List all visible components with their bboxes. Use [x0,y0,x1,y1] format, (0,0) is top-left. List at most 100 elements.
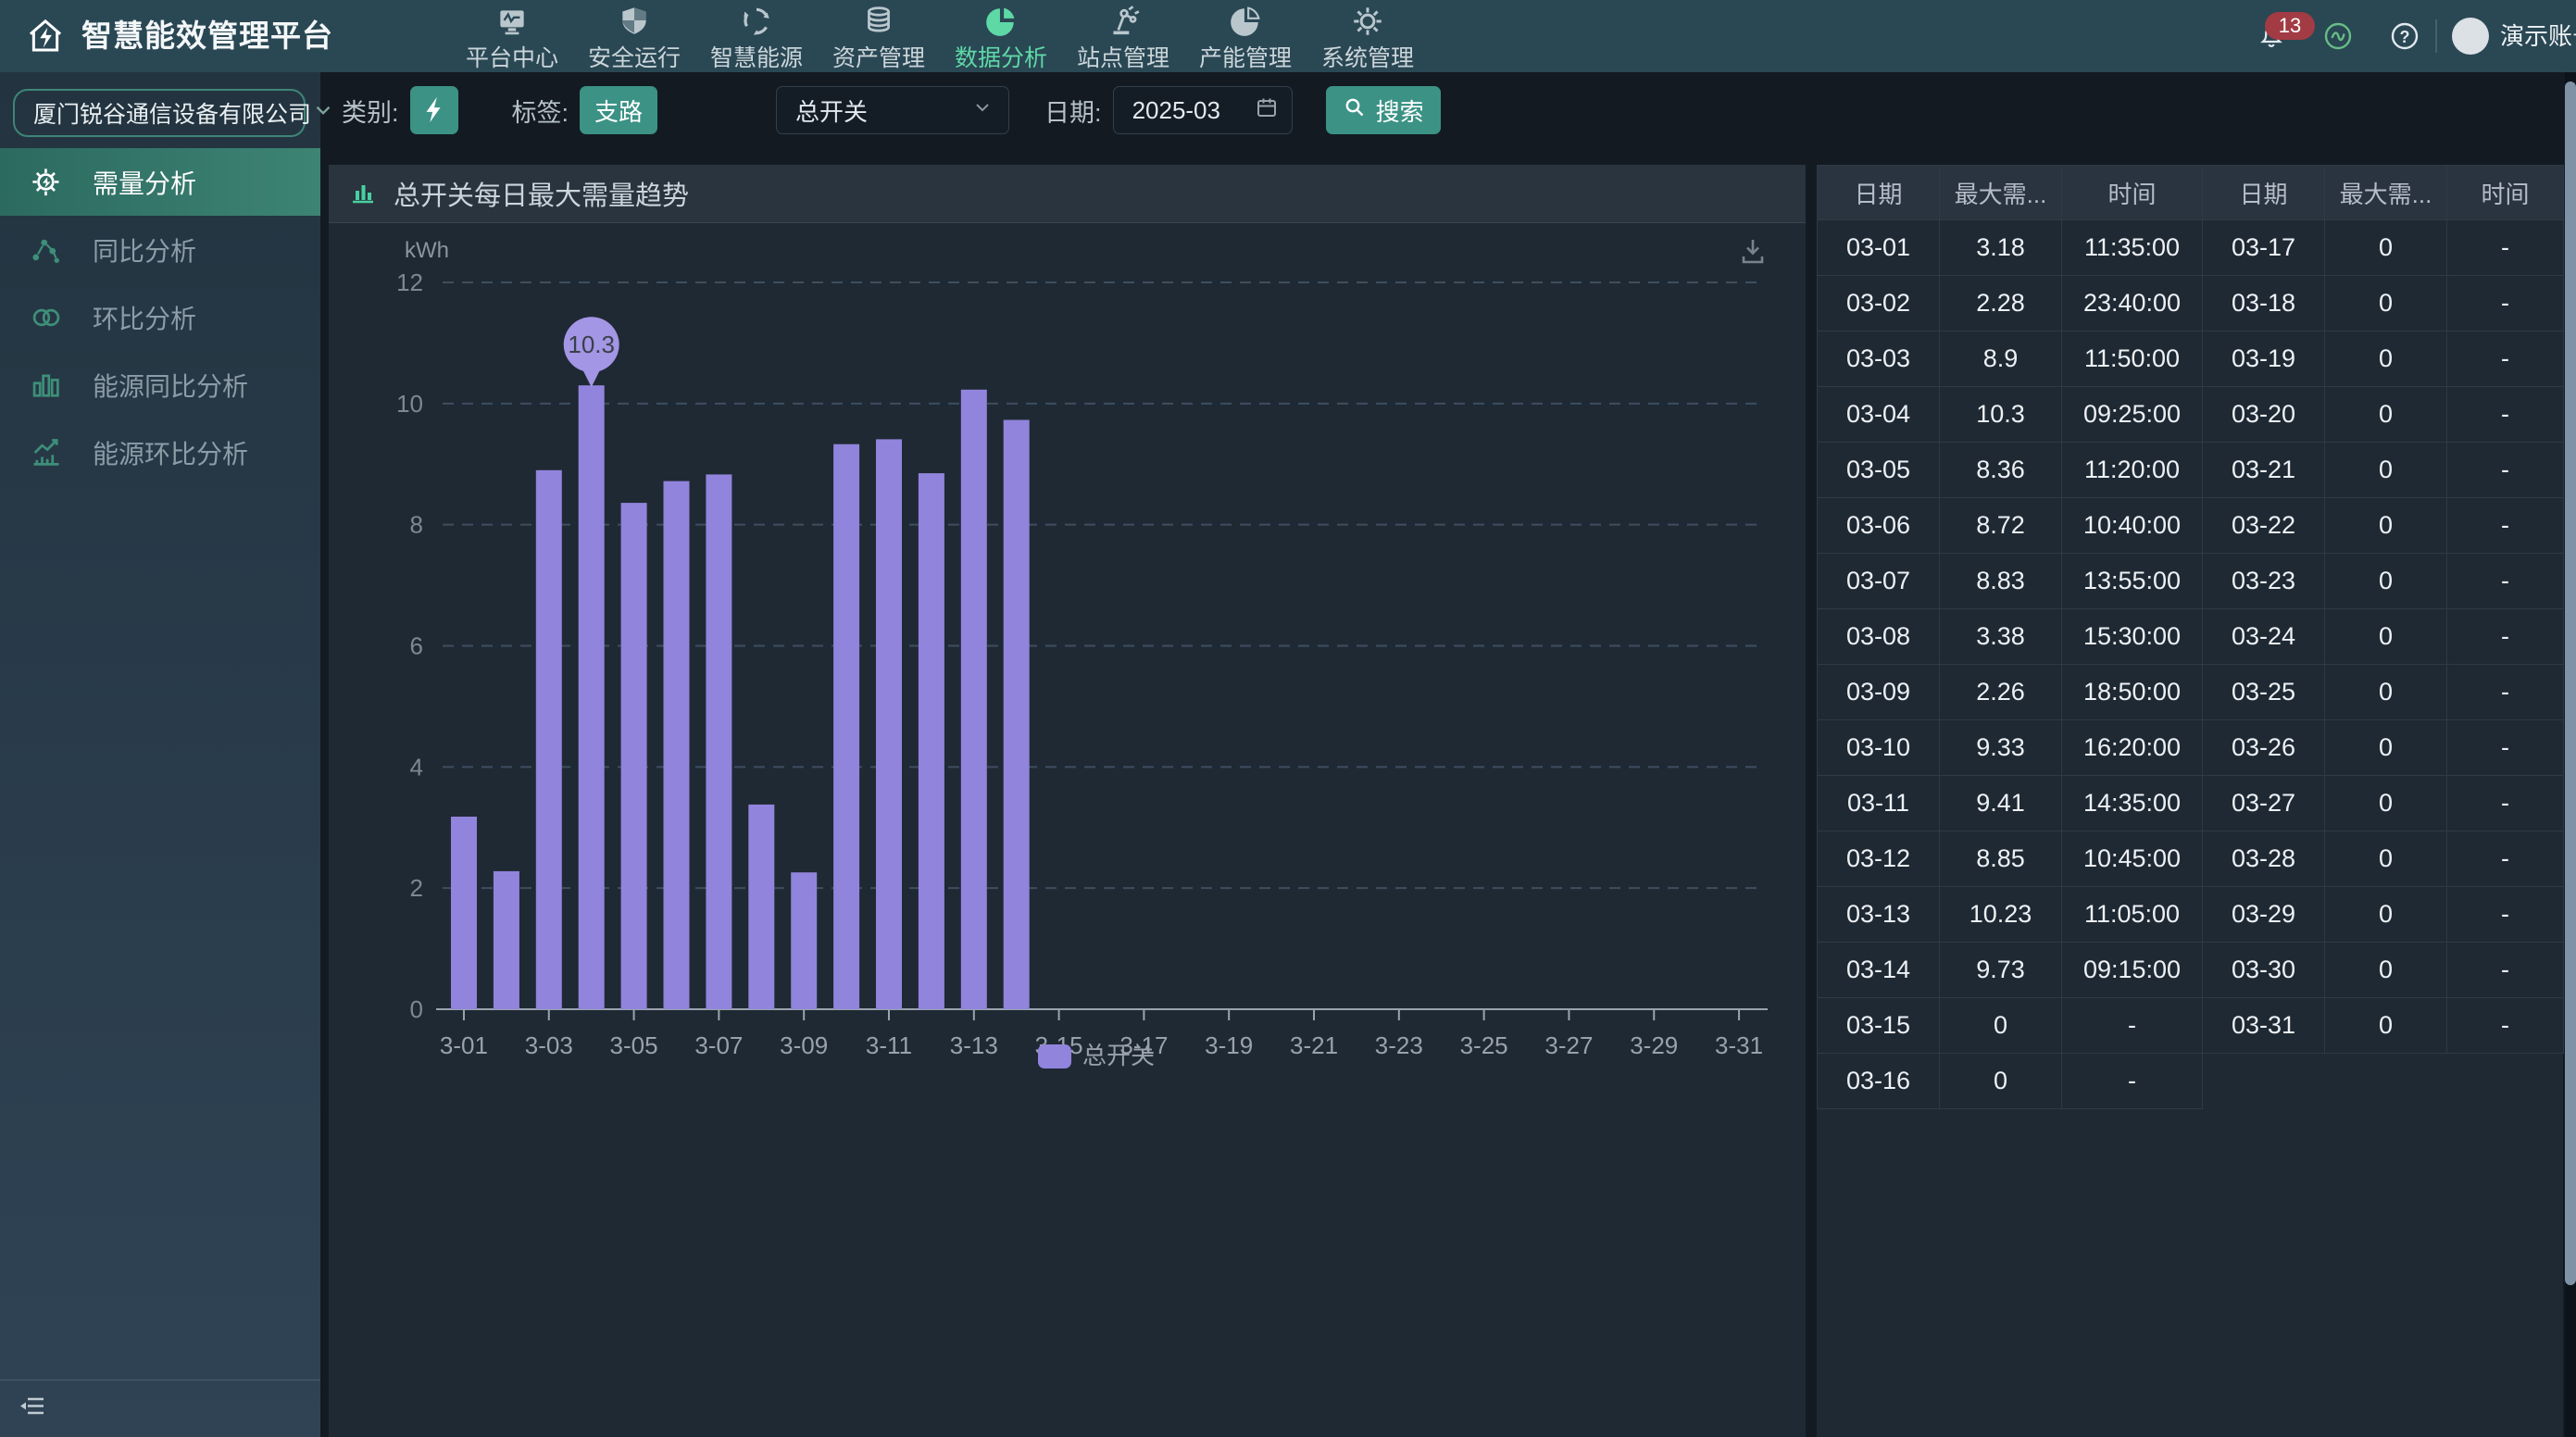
nav-item-asset-management[interactable]: 资产管理 [830,0,928,72]
table-cell: - [2062,998,2203,1054]
breaker-select[interactable]: 总开关 [776,86,1009,134]
pie-chart2-icon [1228,4,1263,39]
tag-button[interactable]: 支路 [580,86,657,134]
table-cell: 2.28 [1940,276,2062,331]
nav-item-label: 系统管理 [1321,40,1414,73]
table-cell: 03-13 [1818,887,1940,943]
svg-text:3-27: 3-27 [1544,1031,1593,1059]
table-row: 03-150-03-310- [1818,998,2564,1054]
table-cell: 8.83 [1940,554,2062,609]
table-cell: 0 [2325,387,2447,443]
gear-icon [1350,4,1385,39]
table-cell: 0 [2325,443,2447,498]
sidebar-item-mom-analysis[interactable]: 环比分析 [0,283,320,351]
table-head: 日期最大需...时间日期最大需...时间 [1818,166,2564,220]
account-name[interactable]: 演示账号 [2500,0,2576,72]
company-name: 厦门锐谷通信设备有限公司 [33,96,311,130]
nav-item-label: 数据分析 [955,40,1047,73]
table-cell: - [2447,831,2564,887]
svg-text:3-25: 3-25 [1460,1031,1508,1059]
sidebar-item-demand-analysis[interactable]: 需量分析 [0,148,320,216]
monitor-icon [494,4,530,39]
table-panel: 日期最大需...时间日期最大需...时间 03-013.1811:35:0003… [1817,165,2563,1437]
category-label: 类别: [342,93,399,129]
scrollbar-thumb[interactable] [2565,81,2576,1285]
breaker-select-value: 总开关 [795,94,868,128]
sidebar-footer [0,1380,320,1437]
tag-label: 标签: [512,93,569,129]
table-row: 03-149.7309:15:0003-300- [1818,943,2564,998]
table-cell: 0 [2325,887,2447,943]
recycle-icon [739,4,774,39]
table-cell: 11:35:00 [2062,220,2203,276]
category-electric-button[interactable] [410,86,458,134]
table-cell: 09:15:00 [2062,943,2203,998]
collapse-sidebar-icon[interactable] [19,1391,50,1427]
svg-text:总开关: 总开关 [1082,1042,1155,1069]
rings-icon [30,301,63,334]
table-cell: 10.3 [1940,387,2062,443]
table-cell: 03-04 [1818,387,1940,443]
avatar[interactable] [2452,18,2489,55]
table-cell: 03-14 [1818,943,1940,998]
table-cell: 03-29 [2203,887,2325,943]
nav-item-data-analysis[interactable]: 数据分析 [952,0,1050,72]
demand-chart-svg: kWh0246810123-013-033-053-073-093-113-13… [329,222,1806,1157]
table-cell: 03-27 [2203,776,2325,831]
table-cell: 11:50:00 [2062,331,2203,387]
table-cell: - [2447,443,2564,498]
notification-badge: 13 [2265,12,2315,40]
date-value: 2025-03 [1132,96,1220,125]
divider [2435,19,2437,53]
table-header-row: 日期最大需...时间日期最大需...时间 [1818,166,2564,220]
table-cell: 0 [2325,498,2447,554]
chevron-down-icon [311,98,335,129]
nav-item-label: 资产管理 [832,40,925,73]
sidebar-item-yoy-analysis[interactable]: 同比分析 [0,216,320,283]
robot-arm-icon [1106,4,1141,39]
database-icon [861,4,896,39]
table-cell: 0 [2325,609,2447,665]
table-header-cell: 日期 [1818,166,1940,220]
nav-item-platform-center[interactable]: 平台中心 [463,0,561,72]
nav-item-capacity-management[interactable]: 产能管理 [1196,0,1294,72]
table-cell: 03-15 [1818,998,1940,1054]
table-cell: - [2447,331,2564,387]
table-cell: 15:30:00 [2062,609,2203,665]
nav-item-label: 平台中心 [466,40,558,73]
nav-item-label: 产能管理 [1199,40,1292,73]
table-cell: 11:20:00 [2062,443,2203,498]
search-button[interactable]: 搜索 [1326,86,1441,134]
table-cell: 03-31 [2203,998,2325,1054]
table-cell: 2.26 [1940,665,2062,720]
table-cell: 03-28 [2203,831,2325,887]
table-cell: 03-17 [2203,220,2325,276]
table-cell: - [2447,776,2564,831]
table-cell: 0 [2325,998,2447,1054]
table-row: 03-092.2618:50:0003-250- [1818,665,2564,720]
help-icon[interactable]: ? [2389,20,2420,56]
nav-item-site-management[interactable]: 站点管理 [1074,0,1172,72]
shield-icon [617,4,652,39]
table-row: 03-1310.2311:05:0003-290- [1818,887,2564,943]
sidebar-item-energy-yoy-analysis[interactable]: 能源同比分析 [0,351,320,419]
table-row: 03-038.911:50:0003-190- [1818,331,2564,387]
company-select[interactable]: 厦门锐谷通信设备有限公司 [13,89,306,137]
date-picker[interactable]: 2025-03 [1113,86,1293,134]
nav-item-smart-energy[interactable]: 智慧能源 [707,0,806,72]
nav-item-label: 智慧能源 [710,40,803,73]
svg-text:10: 10 [396,390,423,418]
nav-item-safe-operation[interactable]: 安全运行 [585,0,683,72]
table-cell: - [2447,720,2564,776]
table-cell: 03-12 [1818,831,1940,887]
gear-bolt-icon [30,166,63,199]
table-cell: 03-22 [2203,498,2325,554]
svg-text:3-23: 3-23 [1375,1031,1423,1059]
table-cell: 8.85 [1940,831,2062,887]
nav-item-system-management[interactable]: 系统管理 [1319,0,1417,72]
sidebar-item-energy-mom-analysis[interactable]: 能源环比分析 [0,419,320,486]
dashboard-link-icon[interactable] [2322,20,2354,56]
pie-chart-icon [983,4,1019,39]
table-cell-empty [2325,1054,2447,1109]
svg-text:3-07: 3-07 [694,1031,743,1059]
